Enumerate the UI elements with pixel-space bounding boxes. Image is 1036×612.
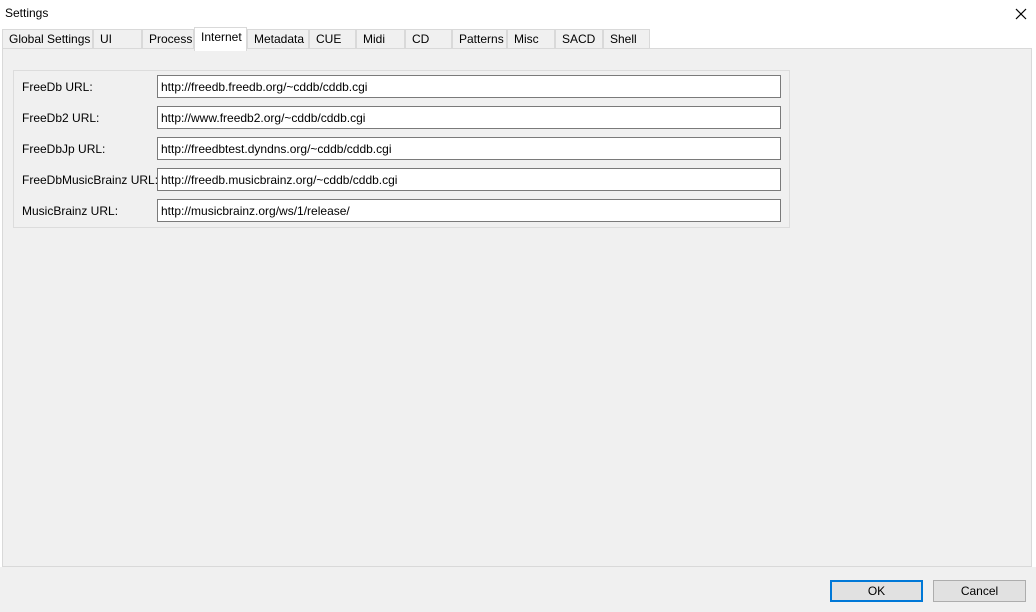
tab-metadata[interactable]: Metadata <box>247 29 309 49</box>
freedbmusicbrainz-url-input[interactable] <box>157 168 781 191</box>
freedbmusicbrainz-url-label: FreeDbMusicBrainz URL: <box>22 173 159 187</box>
freedbjp-url-input[interactable] <box>157 137 781 160</box>
freedb-url-input[interactable] <box>157 75 781 98</box>
cancel-button[interactable]: Cancel <box>933 580 1026 602</box>
tab-shell[interactable]: Shell <box>603 29 650 49</box>
close-icon <box>1015 8 1027 19</box>
tab-cue[interactable]: CUE <box>309 29 356 49</box>
window-title: Settings <box>5 6 49 20</box>
tab-misc[interactable]: Misc <box>507 29 555 49</box>
tab-sacd[interactable]: SACD <box>555 29 603 49</box>
url-settings-group: FreeDb URL: FreeDb2 URL: FreeDbJp URL: F… <box>13 70 790 228</box>
internet-tab-panel: FreeDb URL: FreeDb2 URL: FreeDbJp URL: F… <box>2 48 1032 567</box>
title-bar: Settings <box>0 0 1036 27</box>
freedb2-url-input[interactable] <box>157 106 781 129</box>
tab-strip: Global Settings UI Process Internet Meta… <box>2 27 1032 51</box>
musicbrainz-url-label: MusicBrainz URL: <box>22 204 119 218</box>
freedb-url-label: FreeDb URL: <box>22 80 93 94</box>
tab-midi[interactable]: Midi <box>356 29 405 49</box>
dialog-footer: OK Cancel <box>0 567 1036 612</box>
freedbjp-url-label: FreeDbJp URL: <box>22 142 106 156</box>
tab-cd[interactable]: CD <box>405 29 452 49</box>
tab-global-settings[interactable]: Global Settings <box>2 29 93 49</box>
musicbrainz-url-input[interactable] <box>157 199 781 222</box>
freedb2-url-label: FreeDb2 URL: <box>22 111 100 125</box>
tab-patterns[interactable]: Patterns <box>452 29 507 49</box>
tab-process[interactable]: Process <box>142 29 194 49</box>
tab-internet[interactable]: Internet <box>194 27 247 51</box>
close-button[interactable] <box>1006 0 1036 27</box>
tab-ui[interactable]: UI <box>93 29 142 49</box>
settings-window: Settings Global Settings UI Process Inte… <box>0 0 1036 612</box>
ok-button[interactable]: OK <box>830 580 923 602</box>
